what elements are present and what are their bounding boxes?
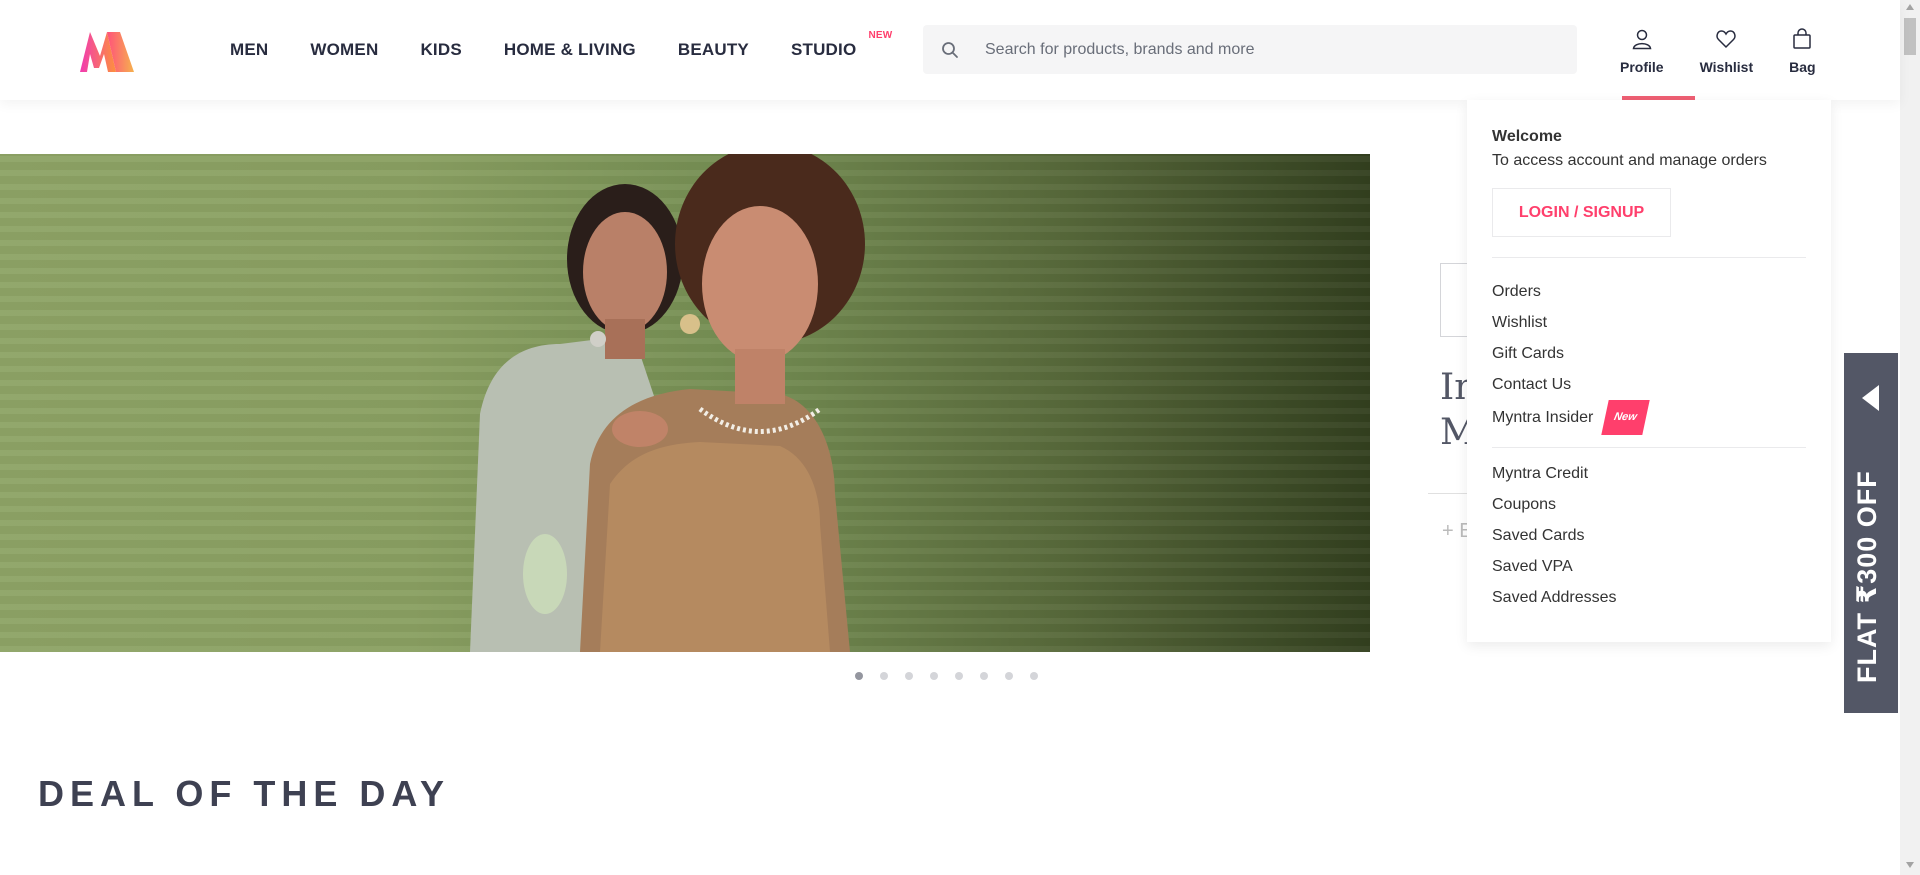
search-input[interactable] [985,40,1565,59]
hero-banner[interactable] [0,154,1370,652]
menu-gift-cards[interactable]: Gift Cards [1492,338,1807,369]
nav-women[interactable]: WOMEN [310,30,378,70]
carousel-dot-8[interactable] [1030,672,1038,680]
hero-models-image [470,154,865,652]
menu-contact-us[interactable]: Contact Us [1492,369,1807,400]
myntra-logo[interactable] [76,30,138,74]
nav-studio[interactable]: STUDIO NEW [790,30,892,70]
flat-offer-text: FLAT ₹300 OFF [1852,470,1882,683]
header: MEN WOMEN KIDS HOME & LIVING BEAUTY STUD… [0,0,1900,100]
insider-new-badge: New [1601,400,1650,435]
nav-kids[interactable]: KIDS [420,30,461,70]
carousel-dot-7[interactable] [1005,672,1013,680]
menu-saved-addresses[interactable]: Saved Addresses [1492,582,1807,613]
dropdown-divider [1492,447,1806,448]
nav-men[interactable]: MEN [230,30,268,70]
page-scrollbar[interactable] [1900,0,1920,875]
menu-orders[interactable]: Orders [1492,276,1807,307]
profile-label: Profile [1620,59,1664,75]
flat-offer-tab[interactable]: FLAT ₹300 OFF [1844,353,1898,713]
carousel-dot-2[interactable] [880,672,888,680]
profile-dropdown: Welcome To access account and manage ord… [1467,100,1831,642]
carousel-dot-1[interactable] [855,672,863,680]
nav-home-living[interactable]: HOME & LIVING [504,30,636,70]
carousel-dot-4[interactable] [930,672,938,680]
header-actions: Profile Wishlist Bag [1620,28,1852,75]
login-signup-button[interactable]: LOGIN / SIGNUP [1492,188,1671,237]
nav-kids-label: KIDS [420,40,462,59]
menu-coupons[interactable]: Coupons [1492,489,1807,520]
menu-myntra-insider-label: Myntra Insider [1492,409,1594,426]
bag-button[interactable]: Bag [1789,28,1816,75]
user-icon [1631,28,1653,55]
profile-button[interactable]: Profile [1620,28,1664,75]
carousel-dot-5[interactable] [955,672,963,680]
deal-of-the-day-heading: DEAL OF THE DAY [38,773,451,814]
nav-women-label: WOMEN [310,40,379,59]
caret-left-icon [1862,385,1879,411]
bag-icon [1791,28,1813,55]
nav-men-label: MEN [230,40,269,59]
wishlist-button[interactable]: Wishlist [1699,28,1754,75]
menu-saved-cards[interactable]: Saved Cards [1492,520,1807,551]
menu-saved-vpa[interactable]: Saved VPA [1492,551,1807,582]
carousel-dot-3[interactable] [905,672,913,680]
studio-new-badge: NEW [868,30,893,41]
side-promo-divider [1428,493,1468,494]
wishlist-label: Wishlist [1699,59,1754,75]
carousel-dots [855,672,1055,680]
search-icon[interactable] [923,25,977,74]
nav-home-living-label: HOME & LIVING [503,40,636,59]
dropdown-subtitle: To access account and manage orders [1492,152,1767,169]
nav-studio-label: STUDIO [790,40,857,59]
menu-myntra-credit[interactable]: Myntra Credit [1492,458,1807,489]
scroll-down-arrow-icon[interactable] [1906,862,1914,868]
nav-beauty[interactable]: BEAUTY [678,30,749,70]
carousel-dot-6[interactable] [980,672,988,680]
scroll-up-arrow-icon[interactable] [1906,4,1914,10]
bag-label: Bag [1789,59,1816,75]
dropdown-divider [1492,257,1806,258]
scrollbar-thumb[interactable] [1904,18,1916,55]
search-bar [923,25,1577,74]
menu-myntra-insider[interactable]: Myntra Insider New [1492,400,1807,435]
menu-wishlist[interactable]: Wishlist [1492,307,1807,338]
dropdown-welcome: Welcome [1492,128,1562,145]
nav-beauty-label: BEAUTY [677,40,749,59]
heart-icon [1715,28,1737,55]
main-nav: MEN WOMEN KIDS HOME & LIVING BEAUTY STUD… [230,0,898,100]
